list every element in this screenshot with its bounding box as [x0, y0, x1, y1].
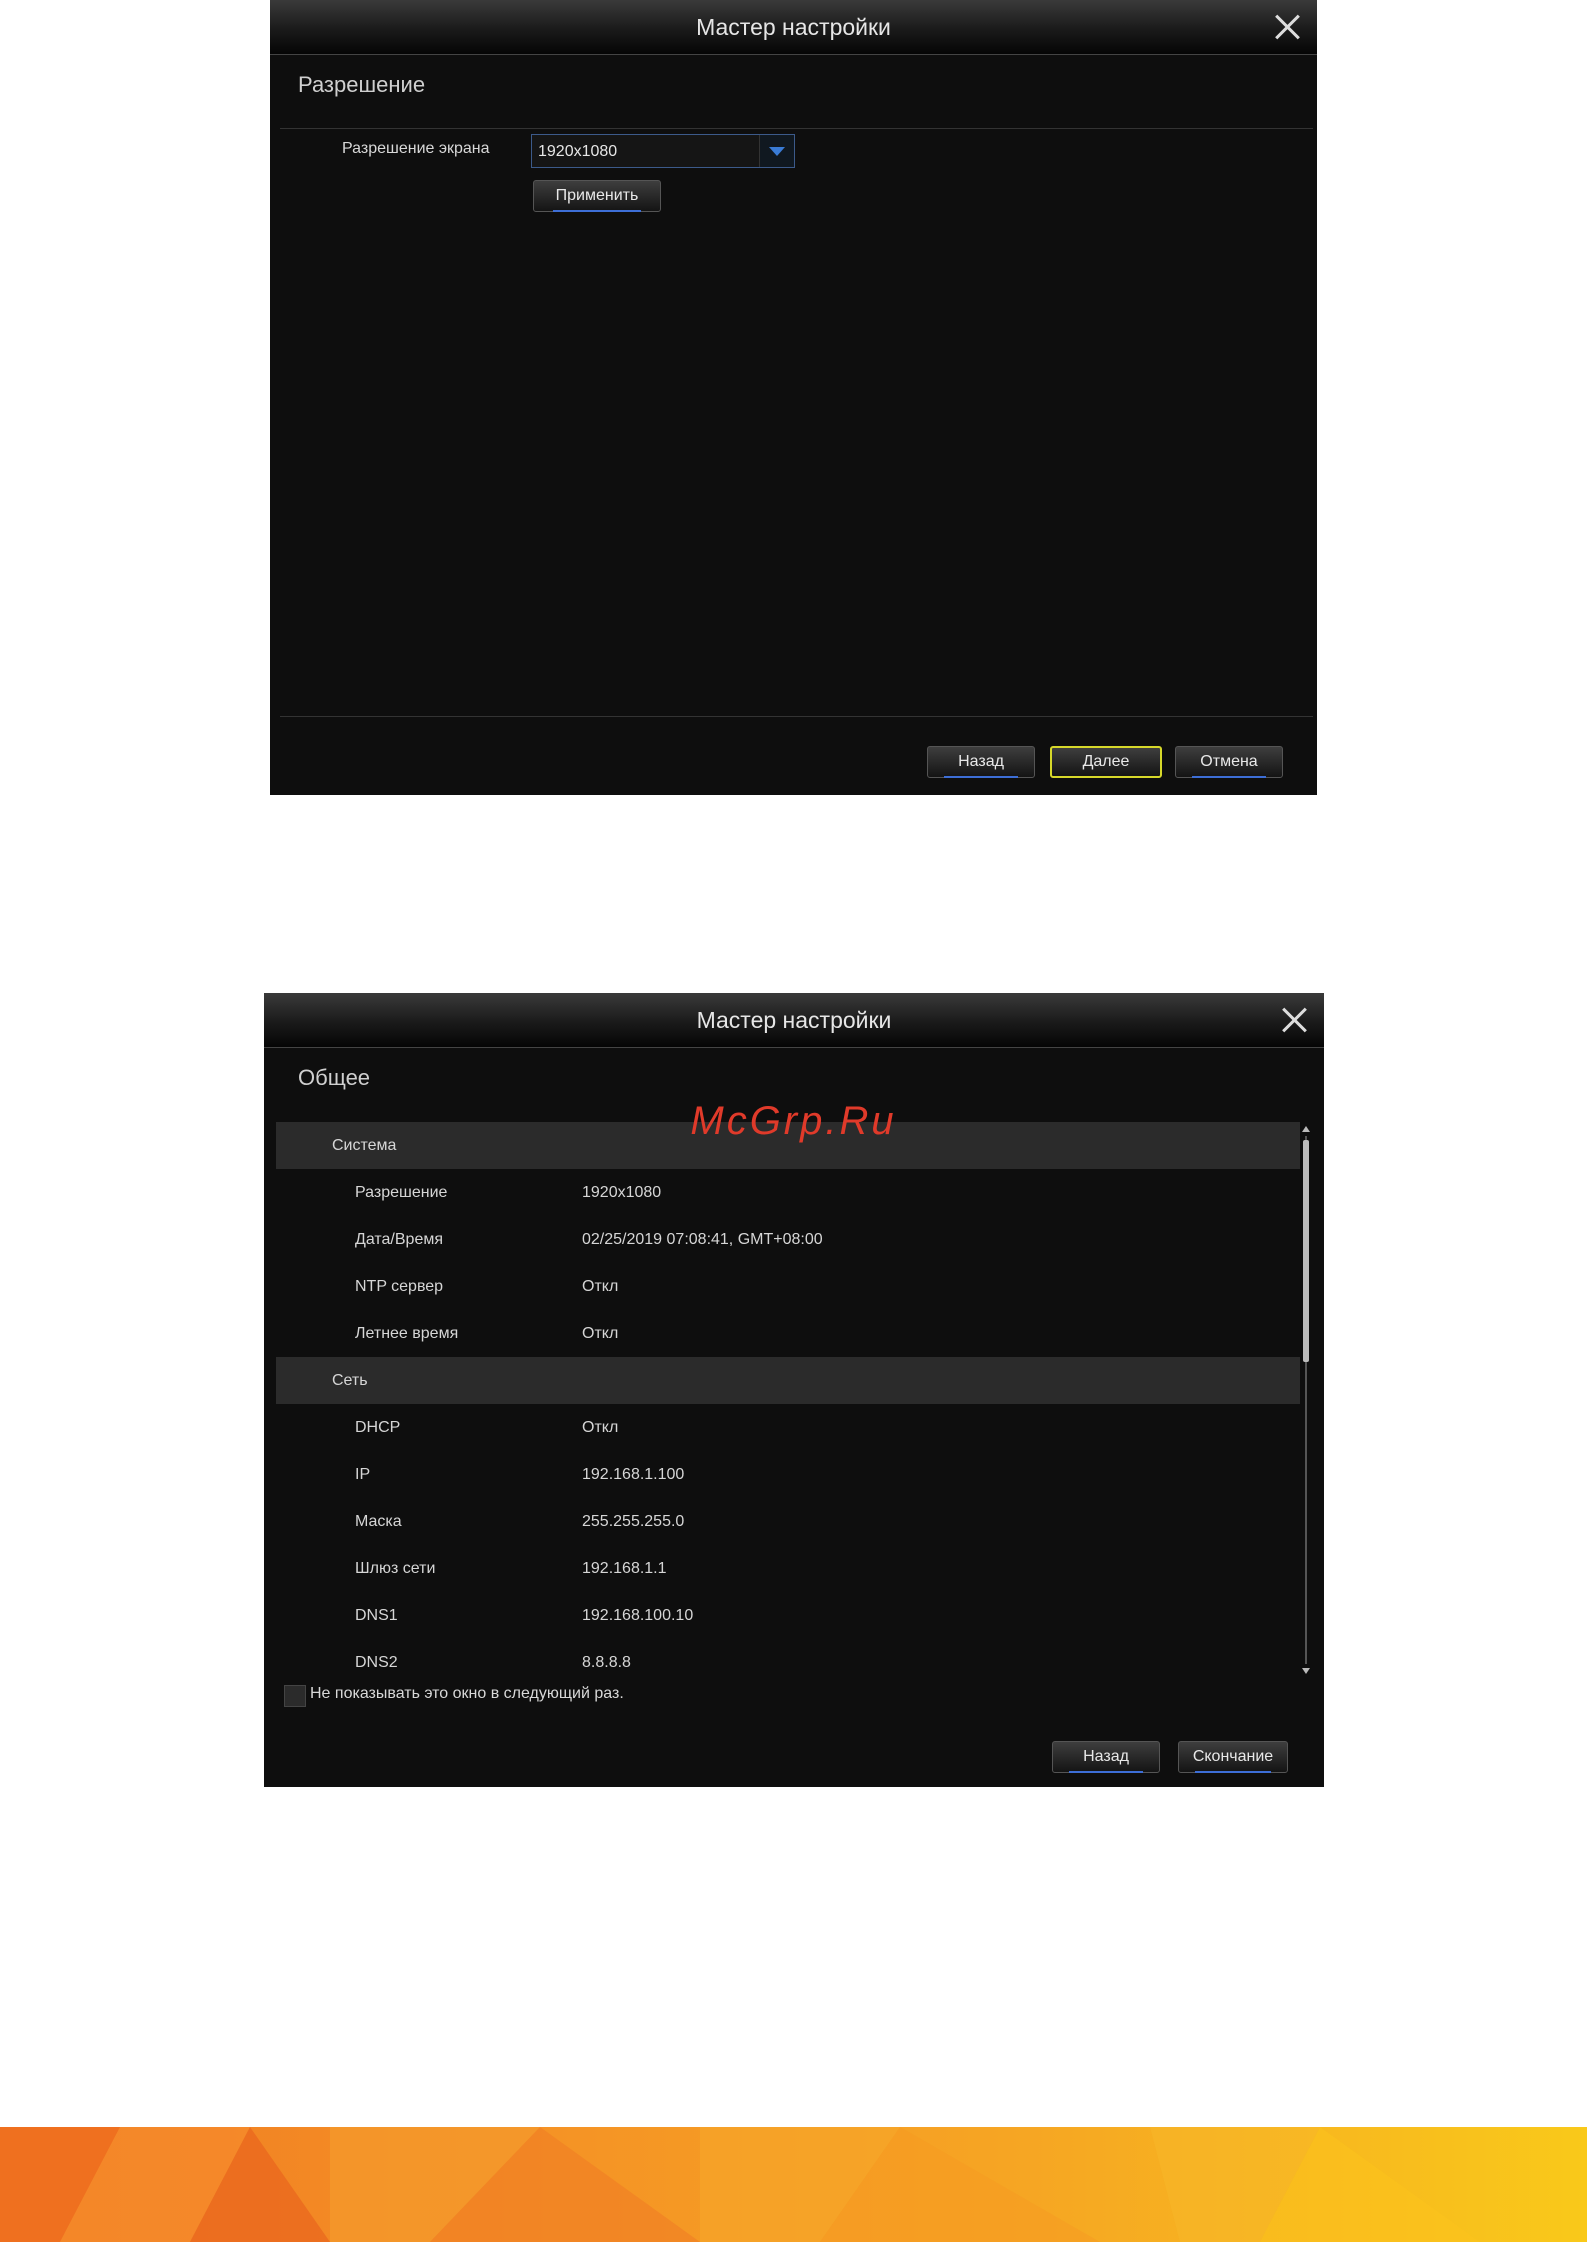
summary-table: Система Разрешение 1920x1080 Дата/Время … — [276, 1122, 1300, 1674]
section-title: Разрешение — [298, 72, 426, 97]
table-row: DNS2 8.8.8.8 — [355, 1654, 631, 1671]
dont-show-label: Не показывать это окно в следующий раз. — [310, 1685, 624, 1702]
table-row: DNS1 192.168.100.10 — [355, 1607, 694, 1624]
resolution-value: 1920x1080 — [538, 143, 618, 160]
setup-wizard-resolution-window: Мастер настройки Разрешение Разрешение э… — [270, 0, 1317, 795]
table-row: Летнее время Откл — [355, 1325, 619, 1342]
scroll-thumb[interactable] — [1303, 1140, 1309, 1362]
footer-divider — [280, 716, 1313, 717]
back-button[interactable]: Назад — [927, 746, 1035, 778]
close-icon[interactable] — [1271, 11, 1303, 43]
table-row: Разрешение 1920x1080 — [355, 1184, 662, 1201]
banner-triangles-icon — [0, 2127, 1480, 2242]
divider — [280, 128, 1313, 129]
resolution-select[interactable]: 1920x1080 — [531, 134, 795, 168]
table-row: Шлюз сети 192.168.1.1 — [355, 1560, 667, 1577]
resolution-label: Разрешение экрана — [342, 140, 490, 157]
window-titlebar: Мастер настройки — [264, 993, 1324, 1048]
scroll-down-icon[interactable] — [1302, 1668, 1310, 1674]
table-row: NTP сервер Откл — [355, 1278, 619, 1295]
window-titlebar: Мастер настройки — [270, 0, 1317, 55]
decorative-banner — [0, 2127, 1587, 2242]
table-row: DHCP Откл — [355, 1419, 619, 1436]
table-row: Дата/Время 02/25/2019 07:08:41, GMT+08:0… — [355, 1231, 823, 1248]
table-row: IP 192.168.1.100 — [355, 1466, 685, 1483]
vertical-scrollbar[interactable] — [1301, 1126, 1311, 1674]
back-button[interactable]: Назад — [1052, 1741, 1160, 1773]
close-icon[interactable] — [1278, 1004, 1310, 1036]
table-row: Маска 255.255.255.0 — [355, 1513, 685, 1530]
finish-button[interactable]: Скончание — [1178, 1741, 1288, 1773]
window-title: Мастер настройки — [696, 14, 891, 40]
dont-show-checkbox[interactable] — [284, 1685, 306, 1707]
next-button[interactable]: Далее — [1050, 746, 1162, 778]
window-title: Мастер настройки — [696, 1007, 892, 1033]
group-header-network: Сеть — [276, 1357, 1300, 1404]
section-title: Общее — [298, 1065, 371, 1090]
chevron-down-icon[interactable] — [759, 135, 794, 167]
apply-button[interactable]: Применить — [533, 180, 661, 212]
cancel-button[interactable]: Отмена — [1175, 746, 1283, 778]
watermark-text: McGrp.Ru — [690, 1099, 897, 1143]
